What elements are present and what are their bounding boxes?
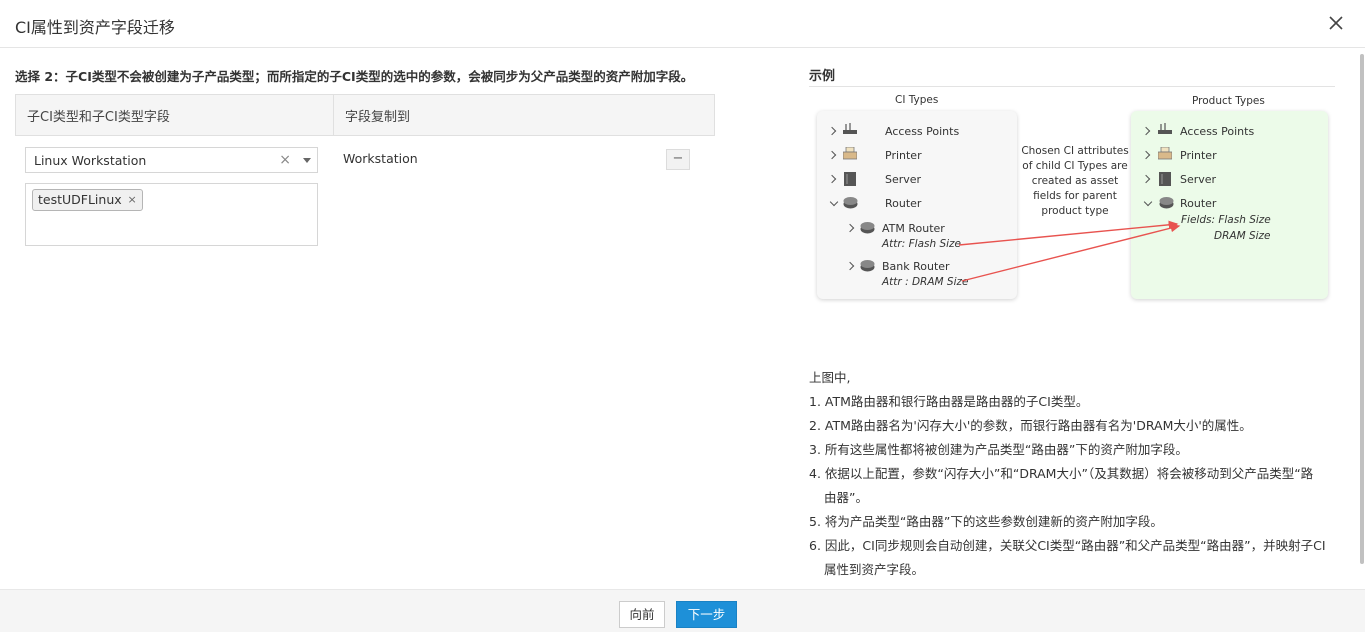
copy-to-value: Workstation: [343, 151, 418, 166]
note-item: 2. ATM路由器名为'闪存大小'的参数，而银行路由器有名为'DRAM大小'的属…: [809, 418, 1252, 433]
note-item: 5. 将为产品类型“路由器”下的这些参数创建新的资产附加字段。: [809, 514, 1163, 529]
scrollbar[interactable]: [1359, 48, 1365, 568]
ci-type-select[interactable]: Linux Workstation ×: [25, 147, 318, 173]
mapping-table-header: 子CI类型和子CI类型字段 字段复制到: [15, 94, 715, 136]
previous-button[interactable]: 向前: [619, 601, 665, 628]
field-tag: testUDFLinux ×: [32, 189, 143, 211]
divider: [809, 86, 1335, 87]
note-item: 3. 所有这些属性都将被创建为产品类型“路由器”下的资产附加字段。: [809, 442, 1188, 457]
example-title: 示例: [809, 69, 836, 84]
note-item-continued: 属性到资产字段。: [824, 562, 925, 577]
example-diagram: CI Types Product Types Access Points Pri…: [809, 90, 1335, 310]
clear-selection-icon[interactable]: ×: [279, 152, 291, 168]
note-item: 4. 依据以上配置，参数“闪存大小”和“DRAM大小”（及其数据）将会被移动到父…: [809, 466, 1314, 481]
mapping-table: 子CI类型和子CI类型字段 字段复制到 Linux Workstation × …: [15, 94, 715, 246]
column-header-ci-type: 子CI类型和子CI类型字段: [16, 95, 334, 135]
instruction-text: 选择 2：子CI类型不会被创建为子产品类型；而所指定的子CI类型的选中的参数，会…: [15, 69, 694, 84]
next-button[interactable]: 下一步: [676, 601, 737, 628]
dialog-title: CI属性到资产字段迁移: [15, 18, 175, 37]
scrollbar-thumb[interactable]: [1360, 54, 1364, 564]
note-item-continued: 由器”。: [824, 490, 868, 505]
fields-multiselect[interactable]: testUDFLinux ×: [25, 183, 318, 246]
field-tag-label: testUDFLinux: [38, 192, 122, 207]
dialog-header: CI属性到资产字段迁移: [0, 0, 1365, 48]
dropdown-arrow-icon[interactable]: [303, 158, 311, 163]
mapping-arrows: [958, 220, 1181, 282]
note-item: 1. ATM路由器和银行路由器是路由器的子CI类型。: [809, 394, 1089, 409]
ci-type-select-value: Linux Workstation: [34, 153, 147, 168]
remove-tag-icon[interactable]: ×: [127, 190, 136, 210]
remove-row-button[interactable]: −: [666, 149, 690, 170]
dialog-footer: 向前 下一步: [0, 589, 1365, 632]
notes-intro: 上图中,: [809, 370, 851, 385]
example-notes: 上图中, 1. ATM路由器和银行路由器是路由器的子CI类型。 2. ATM路由…: [809, 366, 1339, 582]
note-item: 6. 因此，CI同步规则会自动创建，关联父CI类型“路由器”和父产品类型“路由器…: [809, 538, 1326, 553]
column-header-copy-to: 字段复制到: [345, 109, 411, 125]
close-icon[interactable]: [1325, 12, 1347, 34]
